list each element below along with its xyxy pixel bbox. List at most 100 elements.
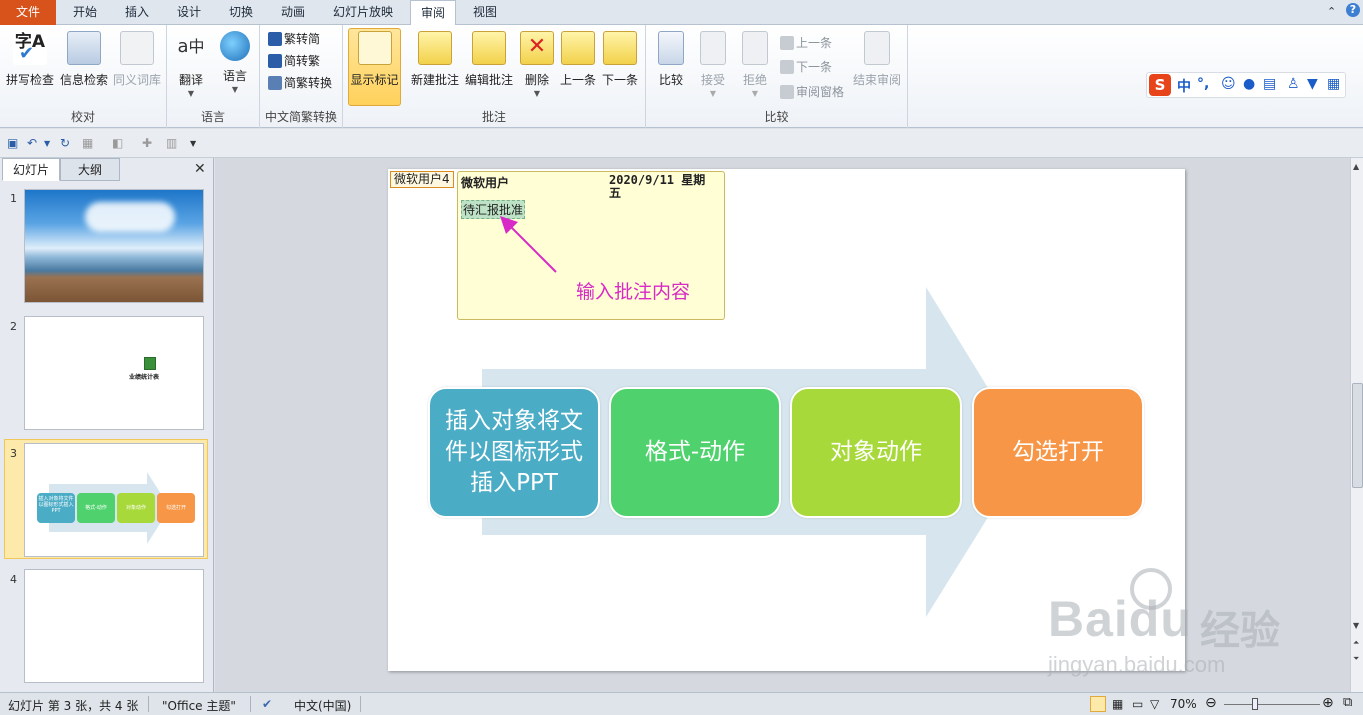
- chevron-down-icon: ▼: [187, 89, 195, 98]
- ime-punctuation-toggle[interactable]: °,: [1197, 76, 1209, 92]
- help-icon[interactable]: ?: [1346, 3, 1360, 17]
- status-bar: 幻灯片 第 3 张，共 4 张 "Office 主题" ✔ 中文(中国) ▦ ▭…: [0, 692, 1363, 715]
- next-comment-button[interactable]: 下一条: [599, 29, 641, 103]
- zoom-in-icon[interactable]: ⊕: [1322, 695, 1334, 711]
- edit-comment-button[interactable]: 编辑批注: [463, 29, 515, 103]
- show-markup-button[interactable]: 显示标记: [348, 28, 401, 106]
- comment-balloon[interactable]: 微软用户 2020/9/11 星期五 待汇报批准 输入批注内容: [457, 171, 725, 320]
- tab-design[interactable]: 设计: [164, 0, 214, 25]
- tab-review[interactable]: 审阅: [410, 0, 456, 26]
- reading-view-icon[interactable]: ▭: [1132, 697, 1143, 711]
- group-label-language: 语言: [200, 110, 225, 124]
- slide-number: 3: [10, 447, 17, 460]
- zoom-level[interactable]: 70%: [1170, 697, 1197, 711]
- previous-comment-button[interactable]: 上一条: [557, 29, 599, 103]
- end-review-icon: [864, 31, 890, 65]
- tab-insert[interactable]: 插入: [112, 0, 162, 25]
- previous-change-button[interactable]: 上一条: [780, 33, 832, 53]
- tab-outline[interactable]: 大纲: [60, 158, 120, 181]
- slide-thumbnail-1[interactable]: [24, 189, 204, 303]
- spell-check-button[interactable]: 字A ✔ 拼写检查: [4, 29, 56, 103]
- save-icon[interactable]: ▣: [7, 136, 18, 150]
- scroll-down-icon[interactable]: ▼: [1353, 621, 1359, 630]
- tab-view[interactable]: 视图: [460, 0, 510, 25]
- normal-view-icon[interactable]: [1090, 696, 1106, 712]
- simp-to-trad-button[interactable]: 简转繁: [268, 51, 320, 71]
- thumb-box-3: 对象动作: [117, 493, 155, 523]
- align-icon[interactable]: ✚: [142, 136, 152, 150]
- slideshow-view-icon[interactable]: ▽: [1150, 697, 1159, 711]
- language-button[interactable]: 语言 ▼: [213, 29, 257, 103]
- proofing-status-icon[interactable]: ✔: [262, 697, 272, 711]
- trad-to-simp-icon: [268, 32, 282, 46]
- user-icon[interactable]: ♙: [1287, 76, 1300, 92]
- reject-label: 拒绝: [742, 73, 767, 87]
- new-comment-button[interactable]: 新建批注: [409, 29, 461, 103]
- close-pane-icon[interactable]: ✕: [194, 161, 206, 177]
- fit-to-window-icon[interactable]: ⧉: [1343, 695, 1352, 710]
- delete-comment-label: 删除: [524, 73, 549, 87]
- tab-transitions[interactable]: 切换: [216, 0, 266, 25]
- research-icon: [67, 31, 101, 65]
- reviewing-pane-button[interactable]: 审阅窗格: [780, 82, 844, 102]
- reject-button[interactable]: 拒绝 ▼: [734, 29, 776, 103]
- customize-toolbar-icon[interactable]: ▼: [190, 139, 196, 148]
- smartart-box-4[interactable]: 勾选打开: [972, 387, 1144, 518]
- chevron-down-icon[interactable]: ▼: [44, 139, 50, 148]
- previous-slide-icon[interactable]: ⏶: [1353, 638, 1359, 648]
- tab-file[interactable]: 文件: [0, 0, 56, 25]
- scroll-thumb[interactable]: [1352, 383, 1363, 488]
- zoom-out-icon[interactable]: ⊖: [1205, 695, 1217, 711]
- minimize-ribbon-icon[interactable]: ⌃: [1327, 5, 1336, 18]
- undo-icon[interactable]: ↶: [27, 136, 37, 150]
- ribbon: 字A ✔ 拼写检查 信息检索 同义词库 校对 a中 翻译 ▼ 语言 ▼ 语言 繁转…: [0, 25, 1363, 128]
- comment-marker[interactable]: 微软用户4: [390, 171, 454, 188]
- microphone-icon[interactable]: ●: [1243, 76, 1255, 92]
- next-slide-icon[interactable]: ⏷: [1353, 654, 1359, 664]
- sogou-logo-icon[interactable]: S: [1149, 74, 1171, 96]
- language-status[interactable]: 中文(中国): [294, 697, 351, 714]
- ime-language-toggle[interactable]: 中: [1177, 76, 1191, 96]
- research-label: 信息检索: [59, 73, 108, 87]
- status-separator: [250, 696, 251, 712]
- translate-button[interactable]: a中 翻译 ▼: [169, 29, 213, 103]
- edit-comment-label: 编辑批注: [464, 73, 513, 87]
- thesaurus-label: 同义词库: [112, 73, 161, 87]
- slide-sorter-icon[interactable]: ▦: [1112, 697, 1123, 711]
- zoom-slider-track[interactable]: [1224, 704, 1320, 705]
- zoom-slider-thumb[interactable]: [1252, 698, 1258, 710]
- accept-button[interactable]: 接受 ▼: [692, 29, 734, 103]
- tab-home[interactable]: 开始: [60, 0, 110, 25]
- tab-slideshow[interactable]: 幻灯片放映: [320, 0, 406, 25]
- trad-to-simp-button[interactable]: 繁转简: [268, 29, 320, 49]
- delete-comment-button[interactable]: ✕ 删除 ▼: [517, 29, 557, 103]
- skin-icon[interactable]: ▼: [1307, 76, 1318, 92]
- spell-check-icon: 字A ✔: [13, 31, 47, 65]
- smartart-box-3[interactable]: 对象动作: [790, 387, 962, 518]
- vertical-scrollbar[interactable]: ▲ ▼ ⏶ ⏷: [1350, 158, 1363, 692]
- slide-thumbnail-2[interactable]: 业绩统计表: [24, 316, 204, 430]
- scroll-up-icon[interactable]: ▲: [1353, 162, 1359, 171]
- keyboard-icon[interactable]: ▤: [1263, 76, 1276, 92]
- thesaurus-button[interactable]: 同义词库: [110, 29, 164, 103]
- smartart-box-1[interactable]: 插入对象将文件以图标形式插入PPT: [428, 387, 600, 518]
- slide-thumbnail-3[interactable]: 插入对象将文件以图标形式插入PPT 格式-动作 对象动作 勾选打开: [24, 443, 204, 557]
- status-separator: [148, 696, 149, 712]
- tab-animations[interactable]: 动画: [268, 0, 318, 25]
- shape-icon[interactable]: ◧: [112, 136, 123, 150]
- emoji-icon[interactable]: ☺: [1221, 76, 1236, 92]
- tab-slides[interactable]: 幻灯片: [2, 158, 60, 181]
- format-painter-icon[interactable]: ▦: [82, 136, 93, 150]
- slide-thumbnail-4[interactable]: [24, 569, 204, 683]
- ribbon-tabs: 文件 开始 插入 设计 切换 动画 幻灯片放映 审阅 视图 ⌃ ?: [0, 0, 1363, 26]
- previous-change-icon: [780, 36, 794, 50]
- convert-button[interactable]: 简繁转换: [268, 73, 332, 93]
- distribute-icon[interactable]: ▥: [166, 136, 177, 150]
- research-button[interactable]: 信息检索: [58, 29, 110, 103]
- redo-icon[interactable]: ↻: [60, 136, 70, 150]
- compare-button[interactable]: 比较: [650, 29, 692, 103]
- next-change-button[interactable]: 下一条: [780, 57, 832, 77]
- end-review-button[interactable]: 结束审阅: [850, 29, 904, 103]
- toolbox-icon[interactable]: ▦: [1327, 76, 1340, 92]
- smartart-box-2[interactable]: 格式-动作: [609, 387, 781, 518]
